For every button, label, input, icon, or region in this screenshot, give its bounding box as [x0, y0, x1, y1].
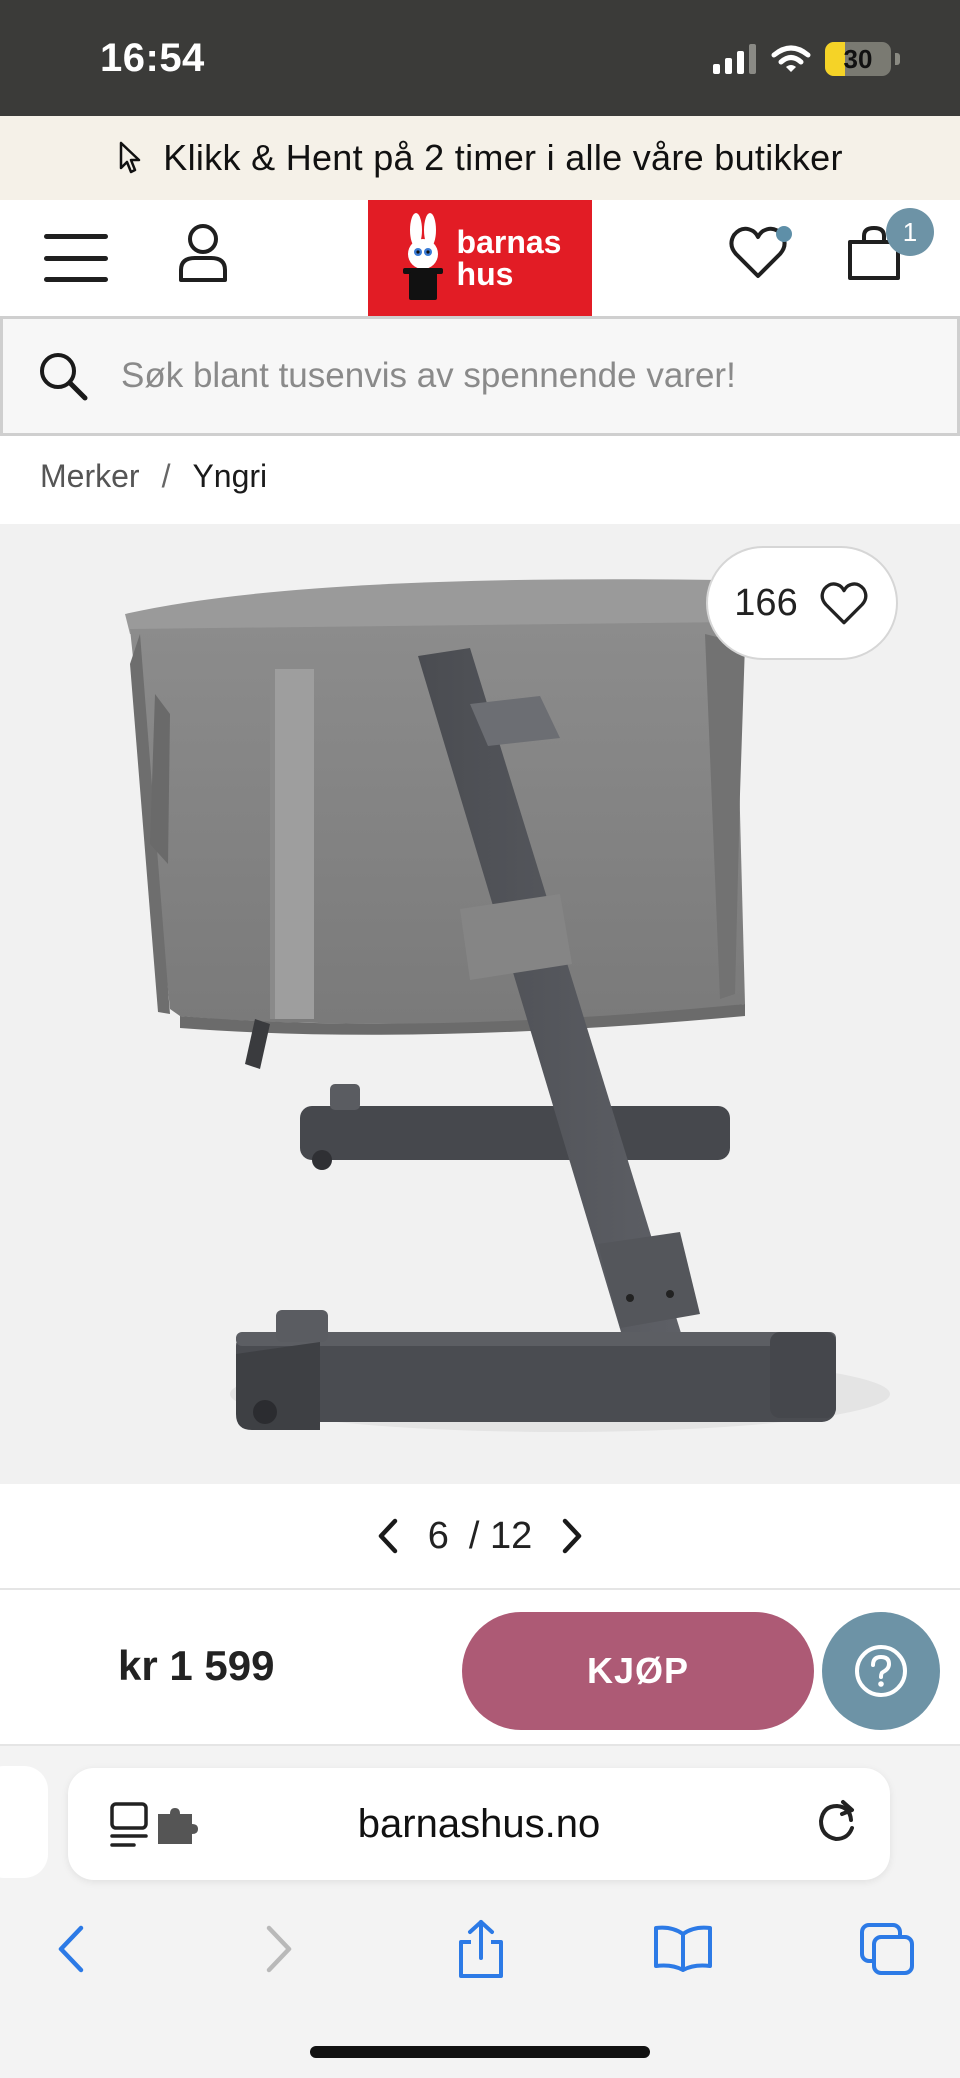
site-header: barnas hus 1 [0, 200, 960, 316]
heart-outline-icon [820, 582, 868, 625]
page: 16:54 30 Klikk & Hent på 2 timer i alle … [0, 0, 960, 2078]
site-logo[interactable]: barnas hus [368, 200, 592, 316]
logo-wordmark: barnas hus [457, 226, 562, 290]
forward-button[interactable] [244, 1914, 314, 1984]
battery-label: 30 [843, 43, 873, 74]
tabs-icon [860, 1923, 914, 1975]
status-time: 16:54 [100, 36, 205, 80]
status-bar: 16:54 30 [0, 0, 960, 116]
home-indicator [310, 2046, 650, 2058]
product-image[interactable] [0, 524, 960, 1484]
reload-button[interactable] [812, 1798, 862, 1848]
bunny-hat-logo-icon [402, 213, 443, 300]
wishlist-dot [776, 226, 792, 242]
image-pager: 6 / 12 [0, 1484, 960, 1588]
breadcrumb-item-yngri[interactable]: Yngri [192, 458, 267, 495]
pager-total: / 12 [468, 1514, 533, 1557]
back-arrow-icon [58, 1925, 84, 1973]
bookmarks-button[interactable] [648, 1914, 718, 1984]
hamburger-icon-line [44, 234, 108, 239]
help-button[interactable] [822, 1612, 940, 1730]
previous-tab-peek[interactable] [0, 1766, 48, 1878]
browser-toolbar: barnashus.no [0, 1746, 960, 2078]
like-count: 166 [734, 581, 798, 624]
hamburger-icon-line [44, 255, 108, 261]
pager-current: 6 [427, 1514, 449, 1557]
breadcrumb: Merker / Yngri [40, 458, 267, 495]
bedside-crib-illustration [125, 579, 890, 1432]
previous-image-button[interactable] [368, 1516, 408, 1556]
search-input[interactable] [121, 356, 941, 396]
menu-button[interactable] [44, 234, 108, 282]
battery-fill [825, 42, 845, 76]
promo-text: Klikk & Hent på 2 timer i alle våre buti… [163, 137, 843, 178]
question-circle-icon [855, 1645, 907, 1697]
wifi-icon [771, 45, 811, 72]
browser-nav [0, 1914, 960, 1994]
breadcrumb-item-merker[interactable]: Merker [40, 458, 140, 495]
back-button[interactable] [36, 1914, 106, 1984]
forward-arrow-icon [266, 1925, 292, 1973]
reload-icon [818, 1800, 854, 1842]
status-icons: 30 [713, 42, 900, 76]
search-bar [0, 316, 960, 436]
logo-line-2: hus [456, 256, 514, 292]
product-price: kr 1 599 [118, 1642, 275, 1689]
user-icon [179, 224, 227, 282]
hamburger-icon-line [44, 277, 108, 282]
chevron-right-icon [563, 1518, 582, 1554]
chevron-left-icon [378, 1518, 397, 1554]
search-icon [40, 353, 88, 401]
wishlist-button[interactable] [728, 224, 792, 288]
url-text: barnashus.no [357, 1802, 601, 1846]
share-button[interactable] [446, 1914, 516, 1984]
share-icon [459, 1920, 503, 1978]
tabs-button[interactable] [852, 1914, 922, 1984]
like-button[interactable]: 166 [706, 546, 898, 660]
battery-indicator: 30 [825, 42, 891, 76]
promo-banner[interactable]: Klikk & Hent på 2 timer i alle våre buti… [0, 116, 960, 200]
cursor-icon [120, 141, 141, 174]
address-bar[interactable]: barnashus.no [68, 1768, 890, 1880]
buy-button[interactable]: KJØP [462, 1612, 814, 1730]
signal-icon [713, 44, 756, 74]
logo-line-1: barnas [456, 224, 562, 260]
cart-button[interactable]: 1 [846, 208, 934, 288]
buy-bar: kr 1 599 KJØP [0, 1588, 960, 1746]
account-button[interactable] [176, 222, 230, 284]
book-icon [654, 1925, 712, 1972]
breadcrumb-separator: / [161, 458, 171, 494]
battery-nub [895, 53, 900, 65]
cart-count-badge: 1 [886, 208, 934, 256]
next-image-button[interactable] [552, 1516, 592, 1556]
